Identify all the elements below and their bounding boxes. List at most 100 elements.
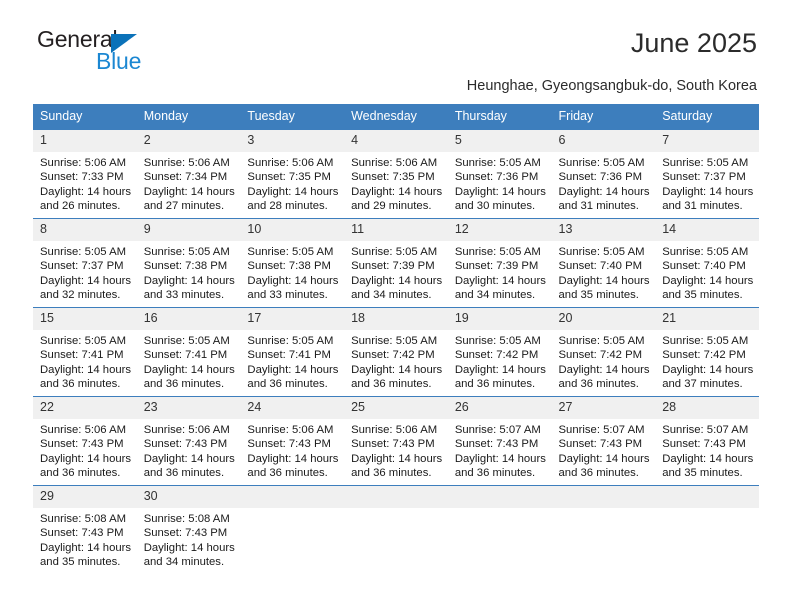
calendar-grid: Sunday Monday Tuesday Wednesday Thursday… xyxy=(33,104,759,574)
sunrise-text: Sunrise: 5:05 AM xyxy=(40,246,127,258)
page-header: General Blue June 2025 Heunghae, Gyeongs… xyxy=(33,0,759,94)
day-number xyxy=(344,486,448,508)
daylight-text-line2: and 34 minutes. xyxy=(351,289,432,302)
day-cell[interactable]: 27 Sunrise: 5:07 AM Sunset: 7:43 PM Dayl… xyxy=(551,396,656,486)
daylight-text-line2: and 36 minutes. xyxy=(558,467,639,480)
weekday-header-tuesday: Tuesday xyxy=(240,104,345,130)
day-details: Sunrise: 5:05 AM Sunset: 7:39 PM Dayligh… xyxy=(448,241,552,303)
day-cell[interactable]: 26 Sunrise: 5:07 AM Sunset: 7:43 PM Dayl… xyxy=(447,396,552,486)
daylight-text-line2: and 36 minutes. xyxy=(143,467,225,480)
day-details: Sunrise: 5:05 AM Sunset: 7:41 PM Dayligh… xyxy=(33,330,137,392)
sunrise-text: Sunrise: 5:06 AM xyxy=(247,424,334,436)
sunrise-text: Sunrise: 5:05 AM xyxy=(143,335,230,347)
day-number: 20 xyxy=(551,308,656,330)
day-details: Sunrise: 5:07 AM Sunset: 7:43 PM Dayligh… xyxy=(655,419,759,481)
sunset-text: Sunset: 7:43 PM xyxy=(143,438,228,451)
day-cell-empty xyxy=(240,485,345,574)
day-cell[interactable]: 18 Sunrise: 5:05 AM Sunset: 7:42 PM Dayl… xyxy=(344,307,448,397)
day-cell[interactable]: 22 Sunrise: 5:06 AM Sunset: 7:43 PM Dayl… xyxy=(33,396,137,486)
sunrise-text: Sunrise: 5:05 AM xyxy=(351,246,438,258)
daylight-text-line2: and 32 minutes. xyxy=(40,289,121,302)
day-cell[interactable]: 4 Sunrise: 5:06 AM Sunset: 7:35 PM Dayli… xyxy=(344,129,448,219)
daylight-text-line1: Daylight: 14 hours xyxy=(662,363,754,376)
day-cell[interactable]: 5 Sunrise: 5:05 AM Sunset: 7:36 PM Dayli… xyxy=(447,129,552,219)
day-cell[interactable]: 14 Sunrise: 5:05 AM Sunset: 7:40 PM Dayl… xyxy=(655,218,759,308)
day-cell[interactable]: 24 Sunrise: 5:06 AM Sunset: 7:43 PM Dayl… xyxy=(240,396,345,486)
day-number: 23 xyxy=(136,397,241,419)
day-cell[interactable]: 17 Sunrise: 5:05 AM Sunset: 7:41 PM Dayl… xyxy=(240,307,345,397)
day-cell[interactable]: 29 Sunrise: 5:08 AM Sunset: 7:43 PM Dayl… xyxy=(33,485,137,574)
daylight-text-line1: Daylight: 14 hours xyxy=(454,185,546,198)
day-cell[interactable]: 21 Sunrise: 5:05 AM Sunset: 7:42 PM Dayl… xyxy=(655,307,759,397)
daylight-text-line1: Daylight: 14 hours xyxy=(558,185,650,198)
sunrise-text: Sunrise: 5:05 AM xyxy=(662,246,749,258)
day-cell[interactable]: 28 Sunrise: 5:07 AM Sunset: 7:43 PM Dayl… xyxy=(655,396,759,486)
day-cell[interactable]: 19 Sunrise: 5:05 AM Sunset: 7:42 PM Dayl… xyxy=(447,307,552,397)
day-cell[interactable]: 3 Sunrise: 5:06 AM Sunset: 7:35 PM Dayli… xyxy=(240,129,345,219)
day-number: 25 xyxy=(344,397,448,419)
day-cell[interactable]: 9 Sunrise: 5:05 AM Sunset: 7:38 PM Dayli… xyxy=(136,218,241,308)
general-blue-logo[interactable]: General Blue xyxy=(37,26,237,74)
day-cell[interactable]: 30 Sunrise: 5:08 AM Sunset: 7:43 PM Dayl… xyxy=(136,485,241,574)
daylight-text-line2: and 36 minutes. xyxy=(247,378,328,391)
day-details: Sunrise: 5:06 AM Sunset: 7:43 PM Dayligh… xyxy=(344,419,448,481)
day-cell[interactable]: 7 Sunrise: 5:05 AM Sunset: 7:37 PM Dayli… xyxy=(655,129,759,219)
sunrise-text: Sunrise: 5:06 AM xyxy=(351,157,438,169)
daylight-text-line1: Daylight: 14 hours xyxy=(143,363,235,376)
sunrise-text: Sunrise: 5:07 AM xyxy=(558,424,645,436)
day-cell[interactable]: 23 Sunrise: 5:06 AM Sunset: 7:43 PM Dayl… xyxy=(136,396,241,486)
sunrise-text: Sunrise: 5:05 AM xyxy=(247,246,334,258)
daylight-text-line2: and 36 minutes. xyxy=(558,378,639,391)
sunrise-text: Sunrise: 5:05 AM xyxy=(558,246,645,258)
daylight-text-line1: Daylight: 14 hours xyxy=(40,452,132,465)
day-number: 14 xyxy=(655,219,759,241)
day-cell[interactable]: 12 Sunrise: 5:05 AM Sunset: 7:39 PM Dayl… xyxy=(447,218,552,308)
day-cell[interactable]: 1 Sunrise: 5:06 AM Sunset: 7:33 PM Dayli… xyxy=(33,129,137,219)
sunset-text: Sunset: 7:39 PM xyxy=(454,260,539,273)
day-cell[interactable]: 6 Sunrise: 5:05 AM Sunset: 7:36 PM Dayli… xyxy=(551,129,656,219)
day-cell[interactable]: 20 Sunrise: 5:05 AM Sunset: 7:42 PM Dayl… xyxy=(551,307,656,397)
weekday-header-monday: Monday xyxy=(136,104,241,130)
sunset-text: Sunset: 7:42 PM xyxy=(662,349,746,362)
sunrise-text: Sunrise: 5:08 AM xyxy=(143,513,230,525)
day-cell[interactable]: 16 Sunrise: 5:05 AM Sunset: 7:41 PM Dayl… xyxy=(136,307,241,397)
sunset-text: Sunset: 7:43 PM xyxy=(40,438,124,451)
day-details: Sunrise: 5:06 AM Sunset: 7:43 PM Dayligh… xyxy=(137,419,241,481)
day-number xyxy=(447,486,552,508)
day-cell[interactable]: 2 Sunrise: 5:06 AM Sunset: 7:34 PM Dayli… xyxy=(136,129,241,219)
sunset-text: Sunset: 7:40 PM xyxy=(662,260,746,273)
daylight-text-line2: and 36 minutes. xyxy=(454,467,536,480)
day-cell[interactable]: 8 Sunrise: 5:05 AM Sunset: 7:37 PM Dayli… xyxy=(33,218,137,308)
sunset-text: Sunset: 7:42 PM xyxy=(454,349,539,362)
day-details: Sunrise: 5:06 AM Sunset: 7:34 PM Dayligh… xyxy=(137,152,241,214)
day-details: Sunrise: 5:05 AM Sunset: 7:42 PM Dayligh… xyxy=(552,330,656,392)
sunset-text: Sunset: 7:43 PM xyxy=(40,527,124,540)
day-details: Sunrise: 5:08 AM Sunset: 7:43 PM Dayligh… xyxy=(137,508,241,570)
sunrise-text: Sunrise: 5:05 AM xyxy=(351,335,438,347)
calendar-week-row: 22 Sunrise: 5:06 AM Sunset: 7:43 PM Dayl… xyxy=(33,396,759,486)
day-number: 24 xyxy=(240,397,345,419)
daylight-text-line2: and 34 minutes. xyxy=(143,556,225,569)
weekday-header-wednesday: Wednesday xyxy=(344,104,448,130)
day-cell[interactable]: 13 Sunrise: 5:05 AM Sunset: 7:40 PM Dayl… xyxy=(551,218,656,308)
daylight-text-line1: Daylight: 14 hours xyxy=(662,452,754,465)
day-cell[interactable]: 15 Sunrise: 5:05 AM Sunset: 7:41 PM Dayl… xyxy=(33,307,137,397)
weekday-header-thursday: Thursday xyxy=(447,104,552,130)
day-details: Sunrise: 5:05 AM Sunset: 7:38 PM Dayligh… xyxy=(240,241,344,303)
day-details: Sunrise: 5:07 AM Sunset: 7:43 PM Dayligh… xyxy=(552,419,656,481)
calendar-table: Sunday Monday Tuesday Wednesday Thursday… xyxy=(33,104,759,574)
day-cell[interactable]: 10 Sunrise: 5:05 AM Sunset: 7:38 PM Dayl… xyxy=(240,218,345,308)
daylight-text-line1: Daylight: 14 hours xyxy=(558,274,650,287)
logo-text-blue: Blue xyxy=(96,48,142,74)
day-details: Sunrise: 5:05 AM Sunset: 7:42 PM Dayligh… xyxy=(448,330,552,392)
day-cell[interactable]: 25 Sunrise: 5:06 AM Sunset: 7:43 PM Dayl… xyxy=(344,396,448,486)
day-details: Sunrise: 5:05 AM Sunset: 7:40 PM Dayligh… xyxy=(552,241,656,303)
daylight-text-line1: Daylight: 14 hours xyxy=(662,274,754,287)
day-number: 9 xyxy=(136,219,241,241)
daylight-text-line2: and 36 minutes. xyxy=(351,378,432,391)
weekday-header-sunday: Sunday xyxy=(33,104,137,130)
day-number: 8 xyxy=(33,219,137,241)
day-cell[interactable]: 11 Sunrise: 5:05 AM Sunset: 7:39 PM Dayl… xyxy=(344,218,448,308)
daylight-text-line1: Daylight: 14 hours xyxy=(558,363,650,376)
sunrise-text: Sunrise: 5:05 AM xyxy=(454,335,541,347)
